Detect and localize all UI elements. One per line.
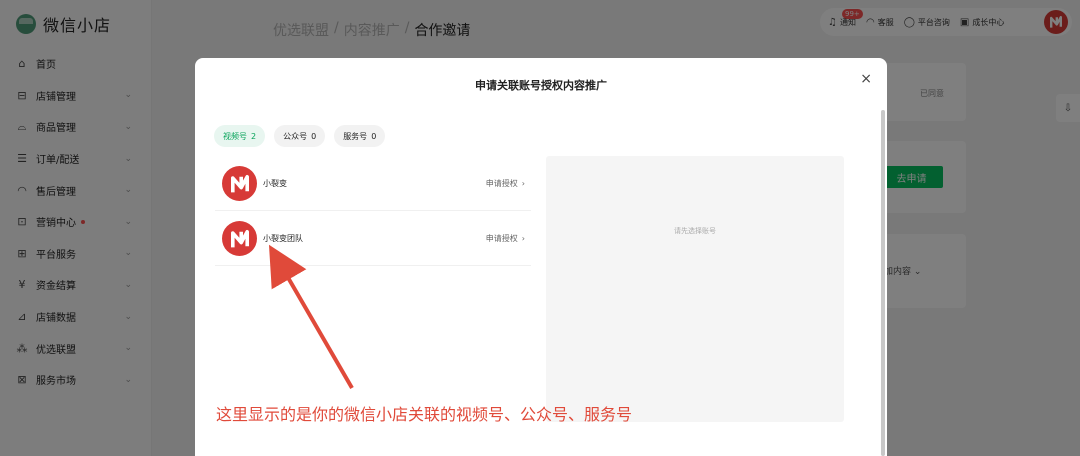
tab-count: 0: [311, 131, 317, 141]
apply-authorization-link[interactable]: 申请授权 ›: [486, 178, 525, 189]
account-type-tab[interactable]: 公众号 0: [274, 125, 326, 147]
account-avatar: [222, 166, 257, 201]
account-type-tab[interactable]: 服务号 0: [334, 125, 386, 147]
scrollbar-thumb[interactable]: [881, 110, 885, 456]
account-type-tab[interactable]: 视频号 2: [214, 125, 266, 147]
account-row[interactable]: 小裂变团队 申请授权 ›: [215, 211, 531, 266]
apply-authorization-label: 申请授权: [485, 179, 518, 188]
preview-hint: 请先选择账号: [674, 227, 716, 235]
account-preview-panel: 请先选择账号: [546, 156, 844, 422]
close-icon[interactable]: ×: [860, 72, 872, 86]
account-type-tabs: 视频号 2 公众号 0 服务号 0: [214, 125, 386, 147]
tab-label: 公众号: [283, 131, 308, 141]
tab-label: 视频号: [223, 131, 247, 141]
authorize-modal: 申请关联账号授权内容推广 × 视频号 2 公众号 0 服务号 0 小裂变 申请授权 › 小裂变团…: [195, 58, 887, 456]
tab-count: 0: [371, 131, 377, 141]
annotation-text: 这里显示的是你的微信小店关联的视频号、公众号、服务号: [216, 405, 633, 424]
account-row[interactable]: 小裂变 申请授权 ›: [215, 156, 531, 211]
chevron-right-icon: ›: [521, 234, 525, 243]
brand-n-icon: [230, 229, 249, 247]
account-name: 小裂变: [263, 179, 287, 188]
brand-n-icon: [230, 174, 249, 192]
tab-label: 服务号: [343, 131, 368, 141]
account-avatar: [222, 221, 257, 256]
apply-authorization-link[interactable]: 申请授权 ›: [486, 233, 525, 244]
tab-count: 2: [251, 131, 257, 141]
account-list: 小裂变 申请授权 › 小裂变团队 申请授权 ›: [215, 156, 531, 266]
chevron-right-icon: ›: [521, 179, 525, 188]
account-name: 小裂变团队: [263, 234, 303, 243]
modal-scrollbar[interactable]: [881, 110, 885, 456]
apply-authorization-label: 申请授权: [485, 234, 518, 243]
modal-title: 申请关联账号授权内容推广: [475, 79, 607, 92]
